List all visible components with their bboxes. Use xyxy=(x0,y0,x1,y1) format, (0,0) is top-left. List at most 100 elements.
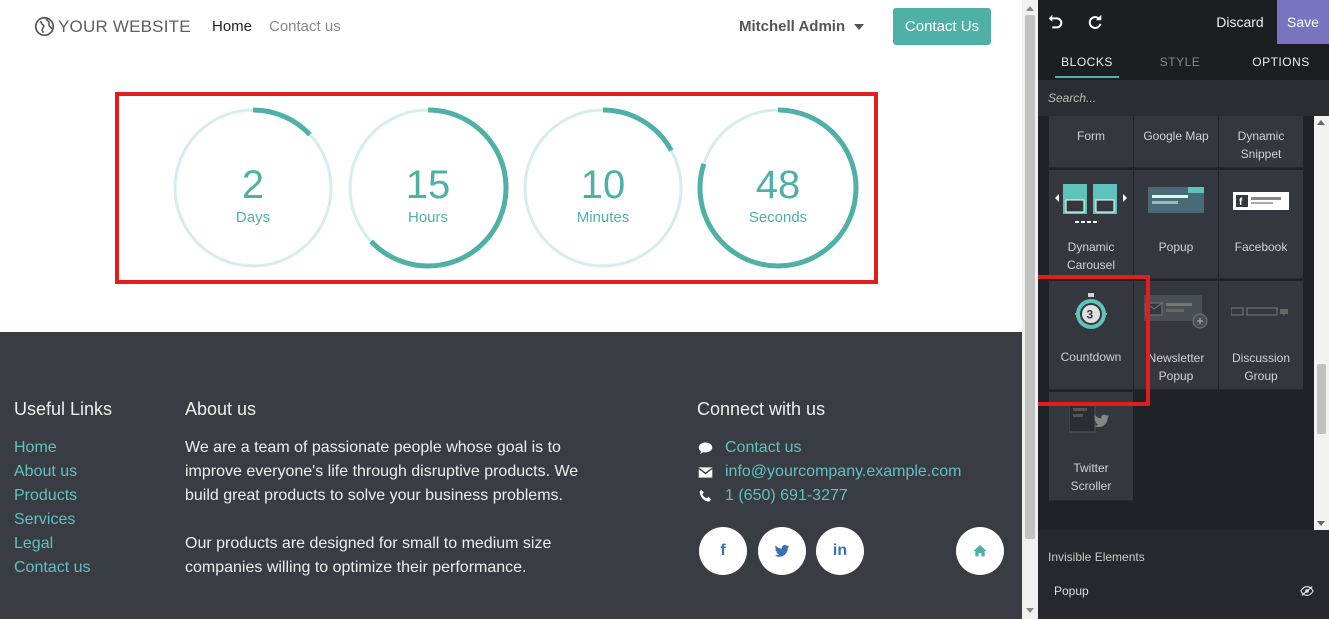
block-discussion-group[interactable]: Discussion Group xyxy=(1219,281,1303,390)
user-menu[interactable]: Mitchell Admin xyxy=(739,18,865,35)
home-icon xyxy=(973,545,987,557)
user-name: Mitchell Admin xyxy=(739,18,846,35)
countdown-icon: 3 xyxy=(1075,293,1107,329)
facebook-page-icon: f xyxy=(1233,192,1289,210)
email-row[interactable]: info@yourcompany.example.com xyxy=(697,460,962,484)
countdown-value: 10 xyxy=(581,163,626,207)
blocks-scrollbar[interactable] xyxy=(1314,116,1329,530)
scroll-up-arrow-icon[interactable] xyxy=(1317,120,1325,125)
about-text: We are a team of passionate people whose… xyxy=(185,436,605,580)
block-label: Newsletter Popup xyxy=(1147,351,1205,383)
contact-link[interactable]: Contact us xyxy=(725,439,801,457)
discard-button[interactable]: Discard xyxy=(1212,0,1268,44)
block-label: Dynamic Snippet xyxy=(1237,129,1285,161)
countdown-snippet[interactable]: 2 Days 15 Hours 10 Minutes 48 Seconds xyxy=(115,92,878,284)
invisible-elements-section: Invisible Elements Popup xyxy=(1038,530,1329,619)
phone-row[interactable]: 1 (650) 691-3277 xyxy=(697,484,962,508)
phone-icon xyxy=(699,489,712,502)
block-facebook[interactable]: f Facebook xyxy=(1219,170,1303,279)
nav-home[interactable]: Home xyxy=(212,18,252,35)
block-label: Dynamic Carousel xyxy=(1066,240,1116,272)
contact-row[interactable]: Contact us xyxy=(697,436,962,460)
block-popup[interactable]: Popup xyxy=(1134,170,1218,279)
editor-tabs: BLOCKS STYLE OPTIONS xyxy=(1038,44,1329,80)
countdown-unit-minutes: 10 Minutes xyxy=(523,107,683,268)
block-label: Form xyxy=(1077,129,1105,143)
phone-link[interactable]: 1 (650) 691-3277 xyxy=(725,487,848,505)
footer-link-products[interactable]: Products xyxy=(14,484,90,508)
countdown-label: Minutes xyxy=(577,209,630,226)
block-label: Twitter Scroller xyxy=(1070,461,1112,493)
connect-list: Contact us info@yourcompany.example.com … xyxy=(697,436,962,508)
countdown-progress-arc xyxy=(252,107,312,137)
tab-options[interactable]: OPTIONS xyxy=(1243,44,1319,80)
block-dynamic-snippet[interactable]: Dynamic Snippet xyxy=(1219,116,1303,168)
useful-links-title: Useful Links xyxy=(14,399,113,419)
block-countdown[interactable]: 3 Countdown xyxy=(1049,281,1133,390)
tab-blocks[interactable]: BLOCKS xyxy=(1055,44,1119,80)
countdown-label: Hours xyxy=(408,209,448,226)
nav-contact-us[interactable]: Contact us xyxy=(269,18,341,35)
globe-icon xyxy=(34,16,55,37)
scroll-down-arrow-icon[interactable] xyxy=(1026,608,1034,613)
footer-link-services[interactable]: Services xyxy=(14,508,90,532)
popup-icon xyxy=(1148,187,1204,213)
save-button[interactable]: Save xyxy=(1277,0,1329,44)
linkedin-button[interactable]: in xyxy=(816,527,864,575)
twitter-button[interactable] xyxy=(758,527,806,575)
block-newsletter-popup[interactable]: Newsletter Popup xyxy=(1134,281,1218,390)
caret-down-icon xyxy=(854,24,865,30)
newsletter-popup-icon xyxy=(1144,295,1208,329)
block-label: Discussion Group xyxy=(1231,351,1291,383)
countdown-value: 15 xyxy=(406,163,451,207)
footer-link-about-us[interactable]: About us xyxy=(14,460,90,484)
page-scrollbar[interactable] xyxy=(1022,0,1038,619)
block-google-map[interactable]: Google Map xyxy=(1134,116,1218,168)
countdown-unit-days: 2 Days xyxy=(173,107,333,268)
block-label: Facebook xyxy=(1234,240,1288,254)
footer-link-home[interactable]: Home xyxy=(14,436,90,460)
countdown-value: 48 xyxy=(756,163,801,207)
contact-us-button[interactable]: Contact Us xyxy=(893,8,991,45)
editor-toolbar: Discard Save xyxy=(1038,0,1329,44)
block-dynamic-carousel[interactable]: Dynamic Carousel xyxy=(1049,170,1133,279)
discussion-group-icon xyxy=(1231,307,1288,316)
blocks-scroll-thumb[interactable] xyxy=(1317,364,1326,434)
countdown-label: Seconds xyxy=(749,209,807,226)
twitter-scroller-icon xyxy=(1069,402,1109,433)
scroll-up-arrow-icon[interactable] xyxy=(1026,6,1034,11)
about-title: About us xyxy=(185,399,257,419)
facebook-icon: f xyxy=(720,542,726,559)
undo-icon[interactable] xyxy=(1046,13,1064,31)
eye-slash-icon[interactable] xyxy=(1300,585,1314,597)
twitter-icon xyxy=(774,545,790,557)
countdown-rings: 2 Days 15 Hours 10 Minutes 48 Seconds xyxy=(173,107,859,269)
home-button[interactable] xyxy=(956,527,1004,575)
connect-title: Connect with us xyxy=(697,399,826,419)
blocks-grid: Form Google Map Dynamic Snippet Dynamic … xyxy=(1038,116,1314,530)
countdown-label: Days xyxy=(236,209,270,226)
blocks-search-input[interactable] xyxy=(1038,80,1329,116)
block-label: Google Map xyxy=(1143,129,1209,143)
scroll-down-arrow-icon[interactable] xyxy=(1317,521,1325,526)
block-twitter-scroller[interactable]: Twitter Scroller xyxy=(1049,392,1133,501)
block-label: Popup xyxy=(1158,240,1194,254)
email-link[interactable]: info@yourcompany.example.com xyxy=(725,463,962,481)
facebook-button[interactable]: f xyxy=(699,527,747,575)
invisible-item-popup[interactable]: Popup xyxy=(1054,584,1089,598)
page-scroll-thumb[interactable] xyxy=(1025,15,1035,539)
editor-panel: Discard Save BLOCKS STYLE OPTIONS Form G… xyxy=(1038,0,1329,619)
logo-text: YOUR WEBSITE xyxy=(58,16,191,36)
footer-link-legal[interactable]: Legal xyxy=(14,532,90,556)
linkedin-icon: in xyxy=(832,542,848,559)
footer: Useful Links Home About us Products Serv… xyxy=(0,332,1022,619)
site-logo[interactable]: YOUR WEBSITE xyxy=(34,16,191,37)
block-form[interactable]: Form xyxy=(1049,116,1133,168)
redo-icon[interactable] xyxy=(1086,13,1104,31)
website-preview: YOUR WEBSITE Home Contact us Mitchell Ad… xyxy=(0,0,1022,619)
tab-style[interactable]: STYLE xyxy=(1149,44,1211,80)
invisible-elements-title: Invisible Elements xyxy=(1048,550,1145,564)
chat-bubble-icon xyxy=(698,442,713,454)
envelope-icon xyxy=(698,466,713,478)
footer-link-contact-us[interactable]: Contact us xyxy=(14,556,90,580)
